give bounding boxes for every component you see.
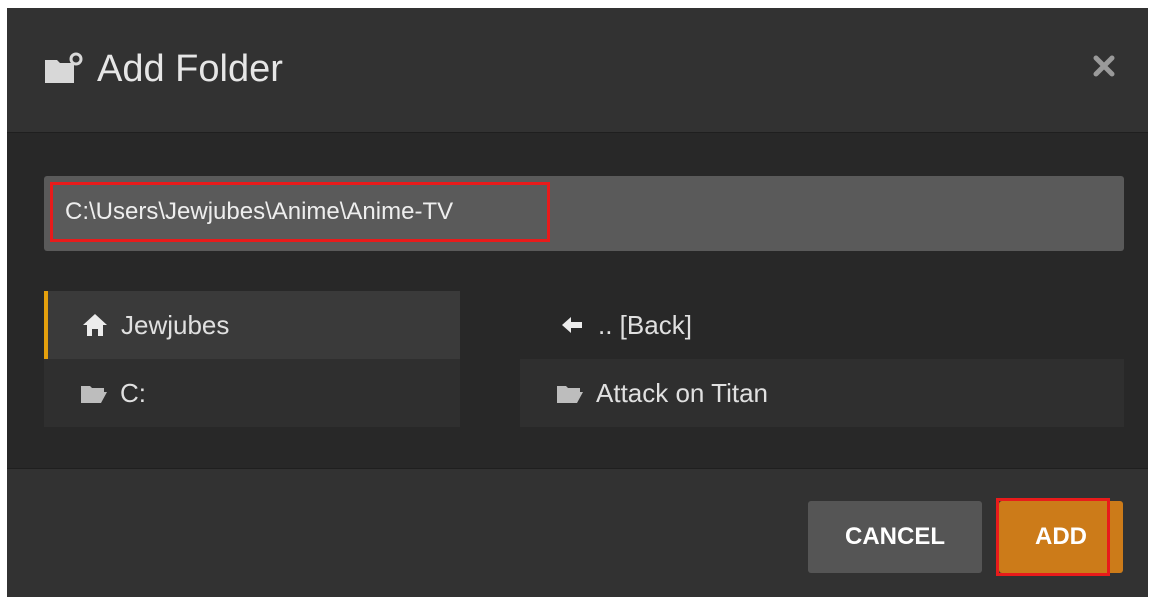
- drive-list: Jewjubes C:: [44, 291, 460, 427]
- dialog-title: Add Folder: [97, 47, 283, 90]
- path-bar: [44, 176, 1124, 251]
- add-button[interactable]: ADD: [996, 498, 1123, 576]
- home-icon: [81, 313, 109, 337]
- list-item-label: .. [Back]: [598, 309, 692, 340]
- list-item-drive-c[interactable]: C:: [44, 359, 460, 427]
- add-button-label: ADD: [1035, 523, 1087, 550]
- list-item-back[interactable]: .. [Back]: [520, 291, 1124, 359]
- list-item-label: Jewjubes: [121, 309, 230, 340]
- folder-path-input[interactable]: [50, 182, 550, 242]
- dialog-header: Add Folder: [7, 8, 1148, 133]
- folder-open-icon: [556, 381, 584, 405]
- arrow-left-icon: [558, 313, 586, 337]
- close-icon: [1093, 55, 1115, 77]
- cancel-button[interactable]: CANCEL: [808, 501, 982, 573]
- list-item-label: Attack on Titan: [596, 377, 768, 408]
- list-item-label: C:: [120, 377, 146, 408]
- folder-list: .. [Back] Attack on Titan: [520, 291, 1124, 427]
- folder-add-icon: [45, 52, 83, 83]
- title-group: Add Folder: [43, 44, 283, 94]
- list-item-home[interactable]: Jewjubes: [44, 291, 460, 359]
- folder-open-icon: [80, 381, 108, 405]
- add-folder-dialog: Add Folder Jewjubes C: .: [7, 8, 1148, 597]
- list-item-folder[interactable]: Attack on Titan: [520, 359, 1124, 427]
- dialog-footer: CANCEL ADD: [7, 468, 1148, 597]
- close-button[interactable]: [1086, 48, 1122, 84]
